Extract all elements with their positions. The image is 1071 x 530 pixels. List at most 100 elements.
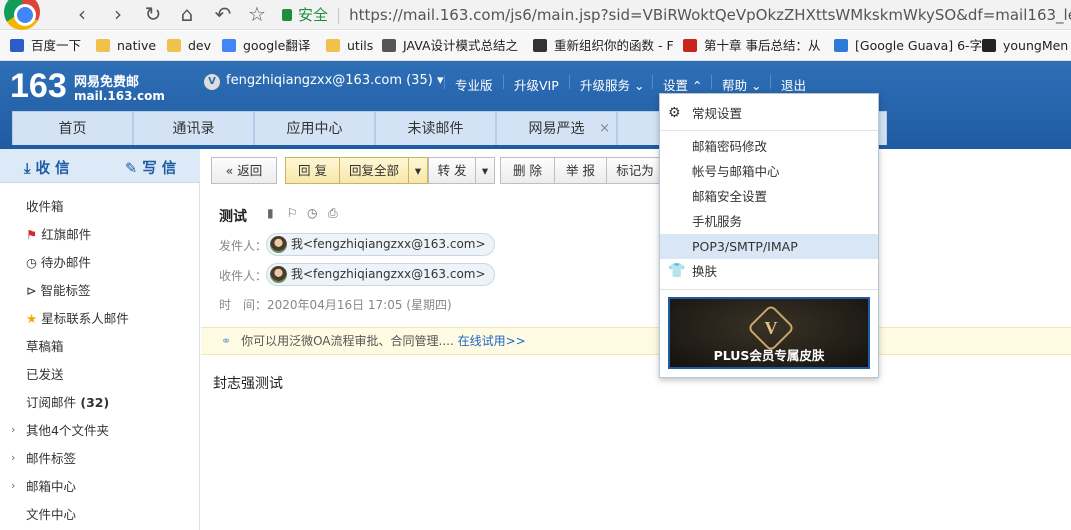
tab-1[interactable]: 通讯录	[133, 111, 254, 145]
forward-button[interactable]: 转 发	[428, 157, 476, 184]
to-address[interactable]: 我<fengzhiqiangzxx@163.com>	[266, 263, 495, 286]
clock-icon[interactable]: ◷	[307, 207, 319, 219]
receive-button[interactable]: ⤓ 收 信	[24, 157, 70, 178]
paw-icon	[10, 39, 24, 52]
reader-pane: « 返回 回 复 回复全部 ▾ 转 发 ▾ 删 除 举 报 标记为 测试 ▮ ⚐…	[201, 149, 1071, 530]
tab-0[interactable]: 首页	[12, 111, 133, 145]
close-icon[interactable]: ×	[599, 112, 610, 146]
folder-item[interactable]: 收件箱	[26, 199, 64, 215]
folder-item[interactable]: ⊳ 智能标签	[26, 283, 90, 299]
tab-3[interactable]: 未读邮件	[375, 111, 496, 145]
bookmark-item[interactable]: [Google Guava] 6-字	[834, 37, 982, 55]
shirt-icon: 👕	[668, 263, 686, 279]
plus-skin-banner[interactable]: V PLUS会员专属皮肤	[668, 297, 870, 369]
mark-as-button[interactable]: 标记为	[606, 157, 664, 184]
expand-icon[interactable]: ›	[11, 451, 15, 464]
forward-dropdown-icon[interactable]: ▾	[475, 157, 495, 184]
link-upgrade-service[interactable]: 升级服务 ⌄	[580, 75, 644, 94]
menu-mobile[interactable]: 手机服务	[660, 209, 878, 234]
bookmark-star-icon[interactable]: ☆	[245, 3, 269, 27]
logo-title: 网易免费邮	[74, 75, 140, 90]
print-icon[interactable]: ⎙	[328, 207, 340, 219]
mail-body: 封志强测试	[213, 376, 283, 392]
reply-button[interactable]: 回 复	[285, 157, 340, 184]
gear-icon: ⚙	[668, 105, 681, 121]
url-text: https://mail.163.com/js6/main.jsp?sid=VB…	[349, 6, 1071, 24]
expand-icon[interactable]: ›	[11, 479, 15, 492]
menu-password[interactable]: 邮箱密码修改	[660, 134, 878, 159]
bookmark-icon[interactable]: ▮	[267, 207, 279, 219]
from-label: 发件人：	[219, 239, 268, 253]
bookmark-item[interactable]: dev	[167, 37, 211, 55]
folder-item[interactable]: ◷ 待办邮件	[26, 255, 91, 271]
logo-domain: mail.163.com	[74, 89, 165, 103]
bookmark-item[interactable]: JAVA设计模式总结之	[382, 37, 518, 55]
folder-item[interactable]: 其他4个文件夹	[26, 423, 109, 439]
clock-icon: ◷	[26, 255, 41, 270]
user-menu[interactable]: Vfengzhiqiangzxx@163.com (35) ▾	[204, 73, 443, 90]
expand-icon[interactable]: ›	[11, 423, 15, 436]
folder-item[interactable]: ⚑ 红旗邮件	[26, 227, 91, 243]
avatar	[270, 266, 287, 283]
site-icon	[683, 39, 697, 52]
book-icon	[533, 39, 547, 52]
vip-icon: V	[204, 74, 220, 90]
bookmark-item[interactable]: 第十章 事后总结：从	[683, 37, 820, 55]
reload-icon[interactable]: ↻	[141, 3, 165, 27]
bookmark-item[interactable]: youngMen	[982, 37, 1068, 55]
bookmark-item[interactable]: google翻译	[222, 37, 310, 55]
menu-security[interactable]: 邮箱安全设置	[660, 184, 878, 209]
compose-bar: ⤓ 收 信 ✎ 写 信	[0, 149, 200, 183]
link-pro[interactable]: 专业版	[455, 75, 493, 94]
translate-icon	[222, 39, 236, 52]
menu-skin[interactable]: 👕 换肤	[660, 259, 878, 284]
folder-item[interactable]: 邮件标签	[26, 451, 76, 467]
user-email: fengzhiqiangzxx@163.com (35)	[226, 73, 433, 88]
address-bar[interactable]: 安全 | https://mail.163.com/js6/main.jsp?sid…	[282, 3, 1071, 27]
folder-item[interactable]: 已发送	[26, 367, 64, 383]
reply-all-button[interactable]: 回复全部	[339, 157, 409, 184]
bookmark-item[interactable]: 百度一下	[10, 37, 81, 55]
link-help[interactable]: 帮助 ⌄	[722, 75, 761, 94]
secure-label: 安全	[298, 6, 329, 24]
bookmark-item[interactable]: 重新组织你的函数 - F	[533, 37, 674, 55]
folder-icon	[96, 39, 110, 52]
link-logout[interactable]: 退出	[781, 75, 806, 94]
bookmark-item[interactable]: utils	[326, 37, 373, 55]
tab-2[interactable]: 应用中心	[254, 111, 375, 145]
report-button[interactable]: 举 报	[554, 157, 607, 184]
avatar	[270, 236, 287, 253]
browser-toolbar: ‹ › ↻ ⌂ ↶ ☆ 安全 | https://mail.163.com/js6/…	[0, 0, 1071, 30]
folder-item[interactable]: 邮箱中心	[26, 479, 76, 495]
tag-icon: ⊳	[26, 283, 41, 298]
link-upgrade-vip[interactable]: 升级VIP	[514, 75, 559, 94]
folder-item[interactable]: 订阅邮件 (32)	[26, 395, 109, 411]
menu-pop3[interactable]: POP3/SMTP/IMAP	[660, 234, 878, 259]
reply-dropdown-icon[interactable]: ▾	[408, 157, 428, 184]
from-address[interactable]: 我<fengzhiqiangzxx@163.com>	[266, 233, 495, 256]
chevron-icon: ⌃	[688, 78, 703, 93]
home-icon[interactable]: ⌂	[175, 3, 199, 27]
back-nav-icon[interactable]: ‹	[70, 3, 94, 27]
folder-item[interactable]: 文件中心	[26, 507, 76, 523]
link-settings[interactable]: 设置 ⌃	[663, 75, 702, 94]
delete-button[interactable]: 删 除	[500, 157, 555, 184]
tab-4[interactable]: 网易严选 ×	[496, 111, 617, 145]
chevron-icon: ⌄	[630, 78, 645, 93]
time-value: 2020年04月16日 17:05 (星期四)	[267, 298, 452, 312]
mail-toolbar: « 返回 回 复 回复全部 ▾ 转 发 ▾ 删 除 举 报 标记为	[201, 149, 1071, 193]
notice-link[interactable]: 在线试用>>	[458, 334, 526, 348]
compose-button[interactable]: ✎ 写 信	[125, 157, 176, 178]
menu-account-center[interactable]: 帐号与邮箱中心	[660, 159, 878, 184]
folder-item[interactable]: ★ 星标联系人邮件	[26, 311, 129, 327]
menu-general-settings[interactable]: ⚙ 常规设置	[660, 101, 878, 126]
logo-number: 163	[10, 67, 67, 105]
forward-nav-icon[interactable]: ›	[106, 3, 130, 27]
back-button[interactable]: « 返回	[211, 157, 277, 184]
folder-icon	[167, 39, 181, 52]
flag-icon[interactable]: ⚐	[287, 207, 299, 219]
bookmark-item[interactable]: native	[96, 37, 156, 55]
undo-icon[interactable]: ↶	[211, 3, 235, 27]
folder-item[interactable]: 草稿箱	[26, 339, 64, 355]
sidebar: ⤓ 收 信 ✎ 写 信 收件箱 ⚑ 红旗邮件 ◷ 待办邮件 ⊳ 智能标签 ★ 星标联系人…	[0, 149, 200, 530]
